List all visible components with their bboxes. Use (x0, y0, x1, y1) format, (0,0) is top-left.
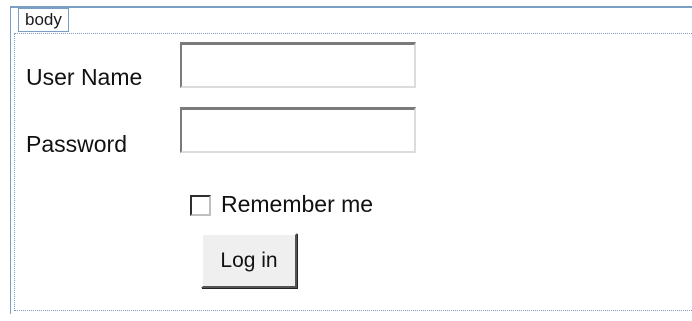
remember-me-label[interactable]: Remember me (221, 191, 373, 218)
username-label: User Name (26, 64, 143, 90)
password-field[interactable] (180, 107, 416, 153)
login-button[interactable]: Log in (201, 233, 297, 288)
body-tag-label[interactable]: body (18, 8, 69, 32)
username-field[interactable] (180, 42, 416, 88)
remember-me-checkbox[interactable] (190, 195, 211, 216)
password-label: Password (26, 131, 127, 157)
